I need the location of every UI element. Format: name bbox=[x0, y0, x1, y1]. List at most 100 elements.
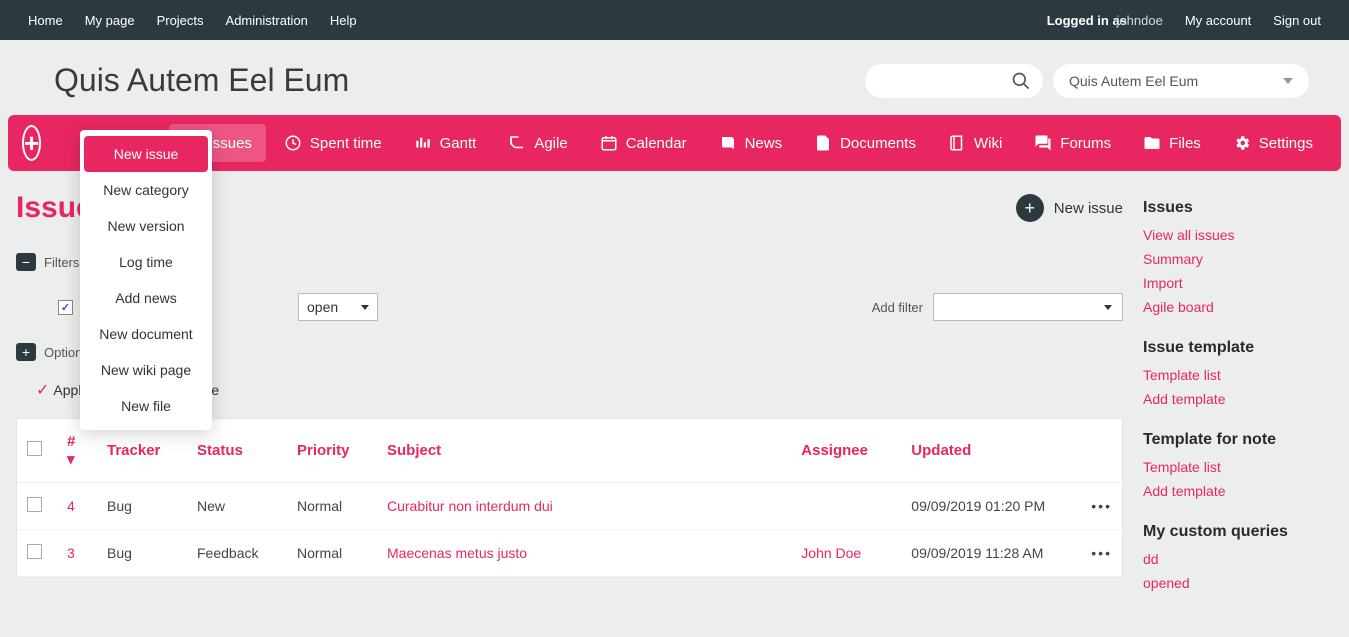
side-query-dd[interactable]: dd bbox=[1143, 551, 1333, 567]
nav-settings[interactable]: Settings bbox=[1219, 124, 1327, 162]
cell-status: Feedback bbox=[187, 530, 287, 577]
side-note-add-template[interactable]: Add template bbox=[1143, 483, 1333, 499]
sidebar-issue-template-block: Issue template Template list Add templat… bbox=[1143, 339, 1333, 407]
sidebar-template-note-title: Template for note bbox=[1143, 431, 1333, 449]
side-agile[interactable]: Agile board bbox=[1143, 299, 1333, 315]
cell-priority: Normal bbox=[287, 530, 377, 577]
table-row[interactable]: 3 Bug Feedback Normal Maecenas metus jus… bbox=[17, 530, 1122, 577]
dd-add-news[interactable]: Add news bbox=[80, 280, 212, 316]
cell-status: New bbox=[187, 483, 287, 530]
row-checkbox[interactable] bbox=[27, 544, 42, 559]
issue-subject[interactable]: Curabitur non interdum dui bbox=[387, 498, 553, 514]
issue-id[interactable]: 4 bbox=[67, 498, 75, 514]
dd-new-wiki[interactable]: New wiki page bbox=[80, 352, 212, 388]
side-add-template[interactable]: Add template bbox=[1143, 391, 1333, 407]
issue-id[interactable]: 3 bbox=[67, 545, 75, 561]
search-input[interactable] bbox=[879, 73, 1029, 88]
row-actions[interactable]: ••• bbox=[1081, 530, 1122, 577]
sidebar-template-note-block: Template for note Template list Add temp… bbox=[1143, 431, 1333, 499]
search-icon[interactable] bbox=[1011, 71, 1031, 94]
files-icon bbox=[1143, 134, 1161, 152]
dd-new-category[interactable]: New category bbox=[80, 172, 212, 208]
document-icon bbox=[814, 134, 832, 152]
nav-spent-time[interactable]: Spent time bbox=[270, 124, 396, 162]
nav-news[interactable]: News bbox=[705, 124, 797, 162]
issue-assignee[interactable]: John Doe bbox=[801, 545, 861, 561]
nav-calendar[interactable]: Calendar bbox=[586, 124, 701, 162]
nav-wiki[interactable]: Wiki bbox=[934, 124, 1016, 162]
topbar-mypage[interactable]: My page bbox=[85, 13, 135, 28]
plus-icon: + bbox=[16, 343, 36, 361]
side-note-template-list[interactable]: Template list bbox=[1143, 459, 1333, 475]
topbar: Home My page Projects Administration Hel… bbox=[0, 0, 1349, 40]
dd-new-version[interactable]: New version bbox=[80, 208, 212, 244]
nav-files-label: Files bbox=[1169, 135, 1201, 152]
topbar-help[interactable]: Help bbox=[330, 13, 357, 28]
search-box[interactable] bbox=[865, 64, 1043, 98]
nav-agile[interactable]: Agile bbox=[494, 124, 581, 162]
sidebar-issues-block: Issues View all issues Summary Import Ag… bbox=[1143, 199, 1333, 315]
topbar-projects[interactable]: Projects bbox=[157, 13, 204, 28]
wiki-icon bbox=[948, 134, 966, 152]
th-checkbox[interactable] bbox=[17, 419, 57, 483]
issues-table: # ▾ Tracker Status Priority Subject Assi… bbox=[16, 418, 1123, 578]
status-filter-select[interactable]: open bbox=[298, 293, 378, 321]
sidebar-custom-title: My custom queries bbox=[1143, 523, 1333, 541]
plus-icon: + bbox=[1016, 194, 1044, 222]
side-view-all[interactable]: View all issues bbox=[1143, 227, 1333, 243]
th-updated[interactable]: Updated bbox=[901, 419, 1081, 483]
dd-log-time[interactable]: Log time bbox=[80, 244, 212, 280]
issue-subject[interactable]: Maecenas metus justo bbox=[387, 545, 527, 561]
new-issue-label: New issue bbox=[1054, 200, 1123, 217]
logged-in-user[interactable]: johndoe bbox=[1117, 13, 1163, 28]
topbar-admin[interactable]: Administration bbox=[226, 13, 308, 28]
dd-new-document[interactable]: New document bbox=[80, 316, 212, 352]
filters-label: Filters bbox=[44, 255, 79, 270]
th-priority[interactable]: Priority bbox=[287, 419, 377, 483]
side-query-opened[interactable]: opened bbox=[1143, 575, 1333, 591]
project-jump-select[interactable]: Quis Autem Eel Eum bbox=[1053, 64, 1309, 98]
nav-calendar-label: Calendar bbox=[626, 135, 687, 152]
dd-new-issue[interactable]: New issue bbox=[84, 136, 208, 172]
project-title: Quis Autem Eel Eum bbox=[54, 62, 349, 99]
th-assignee[interactable]: Assignee bbox=[791, 419, 901, 483]
side-summary[interactable]: Summary bbox=[1143, 251, 1333, 267]
nav-issues-label: Issues bbox=[209, 135, 252, 152]
status-filter-checkbox[interactable] bbox=[58, 300, 73, 315]
nav-gantt-label: Gantt bbox=[440, 135, 477, 152]
header: Quis Autem Eel Eum Quis Autem Eel Eum bbox=[0, 40, 1349, 115]
nav-spent-time-label: Spent time bbox=[310, 135, 382, 152]
row-actions[interactable]: ••• bbox=[1081, 483, 1122, 530]
topbar-signout[interactable]: Sign out bbox=[1273, 13, 1321, 28]
chevron-down-icon bbox=[361, 305, 369, 310]
cell-tracker: Bug bbox=[97, 483, 187, 530]
new-object-button[interactable]: + bbox=[22, 125, 41, 161]
nav-gantt[interactable]: Gantt bbox=[400, 124, 491, 162]
topbar-myaccount[interactable]: My account bbox=[1185, 13, 1251, 28]
add-filter-label: Add filter bbox=[872, 300, 923, 315]
row-checkbox[interactable] bbox=[27, 497, 42, 512]
topbar-right: Logged in as johndoe My account Sign out bbox=[1047, 13, 1321, 28]
header-controls: Quis Autem Eel Eum bbox=[865, 64, 1309, 98]
add-filter-select[interactable] bbox=[933, 293, 1123, 321]
nav-files[interactable]: Files bbox=[1129, 124, 1215, 162]
new-issue-button[interactable]: + New issue bbox=[1016, 194, 1123, 222]
nav-forums-label: Forums bbox=[1060, 135, 1111, 152]
nav-news-label: News bbox=[745, 135, 783, 152]
dd-new-file[interactable]: New file bbox=[80, 388, 212, 424]
clock-icon bbox=[284, 134, 302, 152]
agile-icon bbox=[508, 134, 526, 152]
topbar-home[interactable]: Home bbox=[28, 13, 63, 28]
nav-documents[interactable]: Documents bbox=[800, 124, 930, 162]
th-subject[interactable]: Subject bbox=[377, 419, 791, 483]
side-import[interactable]: Import bbox=[1143, 275, 1333, 291]
project-select-value: Quis Autem Eel Eum bbox=[1069, 73, 1198, 89]
gantt-icon bbox=[414, 134, 432, 152]
table-row[interactable]: 4 Bug New Normal Curabitur non interdum … bbox=[17, 483, 1122, 530]
sidebar: Issues View all issues Summary Import Ag… bbox=[1143, 191, 1333, 615]
chevron-down-icon bbox=[1104, 305, 1112, 310]
check-icon: ✓ bbox=[36, 380, 49, 400]
filters-row: open Add filter bbox=[58, 293, 1123, 321]
nav-forums[interactable]: Forums bbox=[1020, 124, 1125, 162]
side-template-list[interactable]: Template list bbox=[1143, 367, 1333, 383]
